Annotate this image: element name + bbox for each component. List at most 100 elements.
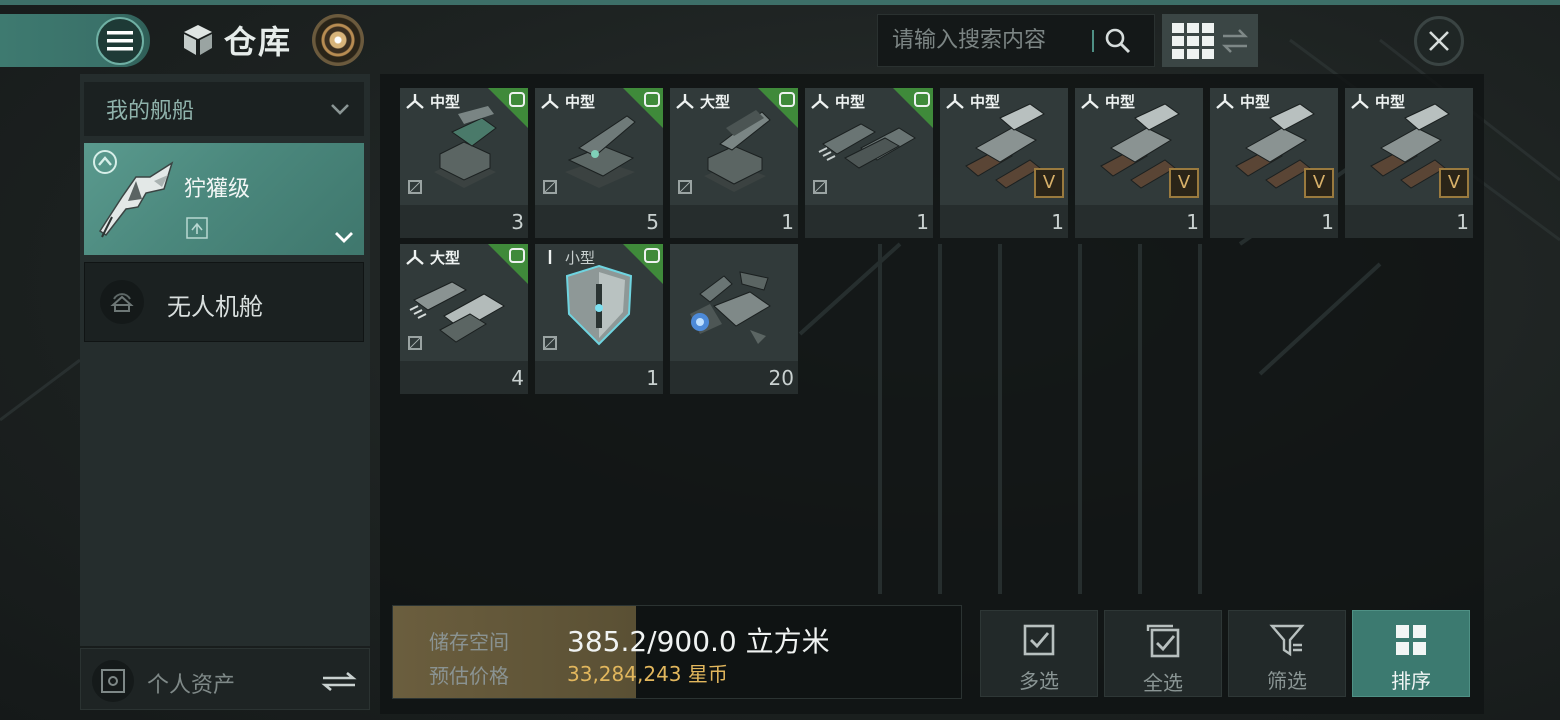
close-icon xyxy=(1429,31,1449,51)
filter-button[interactable]: 筛选 xyxy=(1228,610,1346,697)
turret-slot-icon xyxy=(406,250,424,265)
search-icon[interactable] xyxy=(1104,27,1132,55)
search-bar xyxy=(877,14,1155,67)
item-cell[interactable]: 中型 1 xyxy=(805,88,933,238)
tech-grade-badge xyxy=(488,244,528,284)
tech-grade-badge xyxy=(488,88,528,128)
item-cell[interactable]: 中型 V 1 xyxy=(940,88,1068,238)
price-label: 预估价格 xyxy=(429,664,509,688)
swap-view-icon[interactable] xyxy=(1221,26,1249,56)
meta-level-badge: V xyxy=(1034,168,1064,198)
unbound-icon xyxy=(678,180,692,194)
close-button[interactable] xyxy=(1414,16,1464,66)
item-cell[interactable]: 中型 V 1 xyxy=(1345,88,1473,238)
personal-assets-bar[interactable]: 个人资产 xyxy=(80,648,370,710)
low-slot-icon xyxy=(548,250,552,264)
tech-grade-badge xyxy=(623,244,663,284)
item-size-label: 中型 xyxy=(1105,93,1136,111)
chevron-down-icon xyxy=(335,232,353,243)
currency-orb-icon[interactable] xyxy=(312,14,364,66)
turret-slot-icon xyxy=(1216,94,1234,109)
item-quantity: 1 xyxy=(1345,206,1473,238)
cube-icon xyxy=(184,25,212,55)
item-quantity: 1 xyxy=(940,206,1068,238)
unbound-icon xyxy=(543,180,557,194)
storage-label: 储存空间 xyxy=(429,630,509,654)
search-input[interactable] xyxy=(892,28,1088,53)
chevron-down-icon xyxy=(331,104,349,115)
filter-icon xyxy=(1269,624,1305,657)
item-grid: 中型 3 中型 5 大型 1 中型 1 中型 V 1 中型 V 1 中型 V 1… xyxy=(400,88,1480,398)
item-cell[interactable]: 中型 3 xyxy=(400,88,528,238)
meta-level-badge: V xyxy=(1304,168,1334,198)
switch-arrows-icon[interactable] xyxy=(321,669,357,693)
drone-icon xyxy=(690,271,771,344)
personal-assets-label: 个人资产 xyxy=(147,673,236,698)
item-quantity: 1 xyxy=(1075,206,1203,238)
select-all-icon xyxy=(1146,624,1180,658)
ship-card[interactable]: 狞獾级 xyxy=(84,143,364,255)
storage-capacity-bar: 储存空间 预估价格 385.2/900.0 立方米 33,284,243 星币 xyxy=(392,605,962,699)
sort-label: 排序 xyxy=(1391,669,1431,693)
sidebar-item-drone-bay[interactable]: 无人机舱 xyxy=(84,262,364,342)
unbound-icon xyxy=(408,336,422,350)
item-size-label: 小型 xyxy=(565,249,596,267)
item-cell[interactable]: 大型 4 xyxy=(400,244,528,394)
page-title: 仓库 xyxy=(224,23,293,61)
item-quantity: 5 xyxy=(535,206,663,238)
estimated-price: 33,284,243 星币 xyxy=(567,662,728,686)
item-quantity: 4 xyxy=(400,362,528,394)
item-cell[interactable]: 大型 1 xyxy=(670,88,798,238)
item-size-label: 中型 xyxy=(565,93,596,111)
turret-slot-icon xyxy=(676,94,694,109)
ship-icon xyxy=(98,161,174,238)
item-cell[interactable]: 20 xyxy=(670,244,798,394)
checkbox-icon xyxy=(1023,624,1055,656)
item-size-label: 大型 xyxy=(430,249,461,267)
safe-icon xyxy=(92,660,134,702)
category-dropdown[interactable]: 我的舰船 xyxy=(84,82,364,136)
item-quantity: 1 xyxy=(535,362,663,394)
turret-slot-icon xyxy=(406,94,424,109)
item-quantity: 3 xyxy=(400,206,528,238)
turret-slot-icon xyxy=(541,94,559,109)
item-cell[interactable]: 小型 1 xyxy=(535,244,663,394)
select-all-button[interactable]: 全选 xyxy=(1104,610,1222,697)
tech-grade-badge xyxy=(623,88,663,128)
view-toggle xyxy=(1162,14,1258,67)
drone-bay-icon xyxy=(100,280,144,324)
menu-button[interactable] xyxy=(96,17,144,65)
turret-slot-icon xyxy=(1081,94,1099,109)
item-size-label: 中型 xyxy=(1240,93,1271,111)
meta-level-badge: V xyxy=(1439,168,1469,198)
item-size-label: 中型 xyxy=(970,93,1001,111)
unbound-icon xyxy=(408,180,422,194)
item-quantity: 1 xyxy=(805,206,933,238)
multi-select-button[interactable]: 多选 xyxy=(980,610,1098,697)
tech-grade-badge xyxy=(758,88,798,128)
drone-bay-small-icon xyxy=(186,217,208,239)
turret-slot-icon xyxy=(1351,94,1369,109)
ship-name: 狞獾级 xyxy=(184,177,251,202)
item-cell[interactable]: 中型 5 xyxy=(535,88,663,238)
unbound-icon xyxy=(543,336,557,350)
sort-grid-icon xyxy=(1396,625,1426,655)
search-divider xyxy=(1092,29,1094,52)
turret-slot-icon xyxy=(946,94,964,109)
item-cell[interactable]: 中型 V 1 xyxy=(1210,88,1338,238)
category-dropdown-label: 我的舰船 xyxy=(106,99,195,124)
drone-bay-label: 无人机舱 xyxy=(167,293,263,321)
item-cell[interactable]: 中型 V 1 xyxy=(1075,88,1203,238)
multi-select-label: 多选 xyxy=(1019,669,1059,693)
tech-grade-badge xyxy=(893,88,933,128)
item-size-label: 中型 xyxy=(430,93,461,111)
grid-view-icon[interactable] xyxy=(1171,22,1214,59)
select-all-label: 全选 xyxy=(1143,671,1183,695)
hamburger-icon xyxy=(107,31,133,51)
item-quantity: 20 xyxy=(670,362,798,394)
sort-button[interactable]: 排序 xyxy=(1352,610,1470,697)
item-size-label: 中型 xyxy=(835,93,866,111)
turret-slot-icon xyxy=(811,94,829,109)
item-size-label: 中型 xyxy=(1375,93,1406,111)
item-quantity: 1 xyxy=(670,206,798,238)
